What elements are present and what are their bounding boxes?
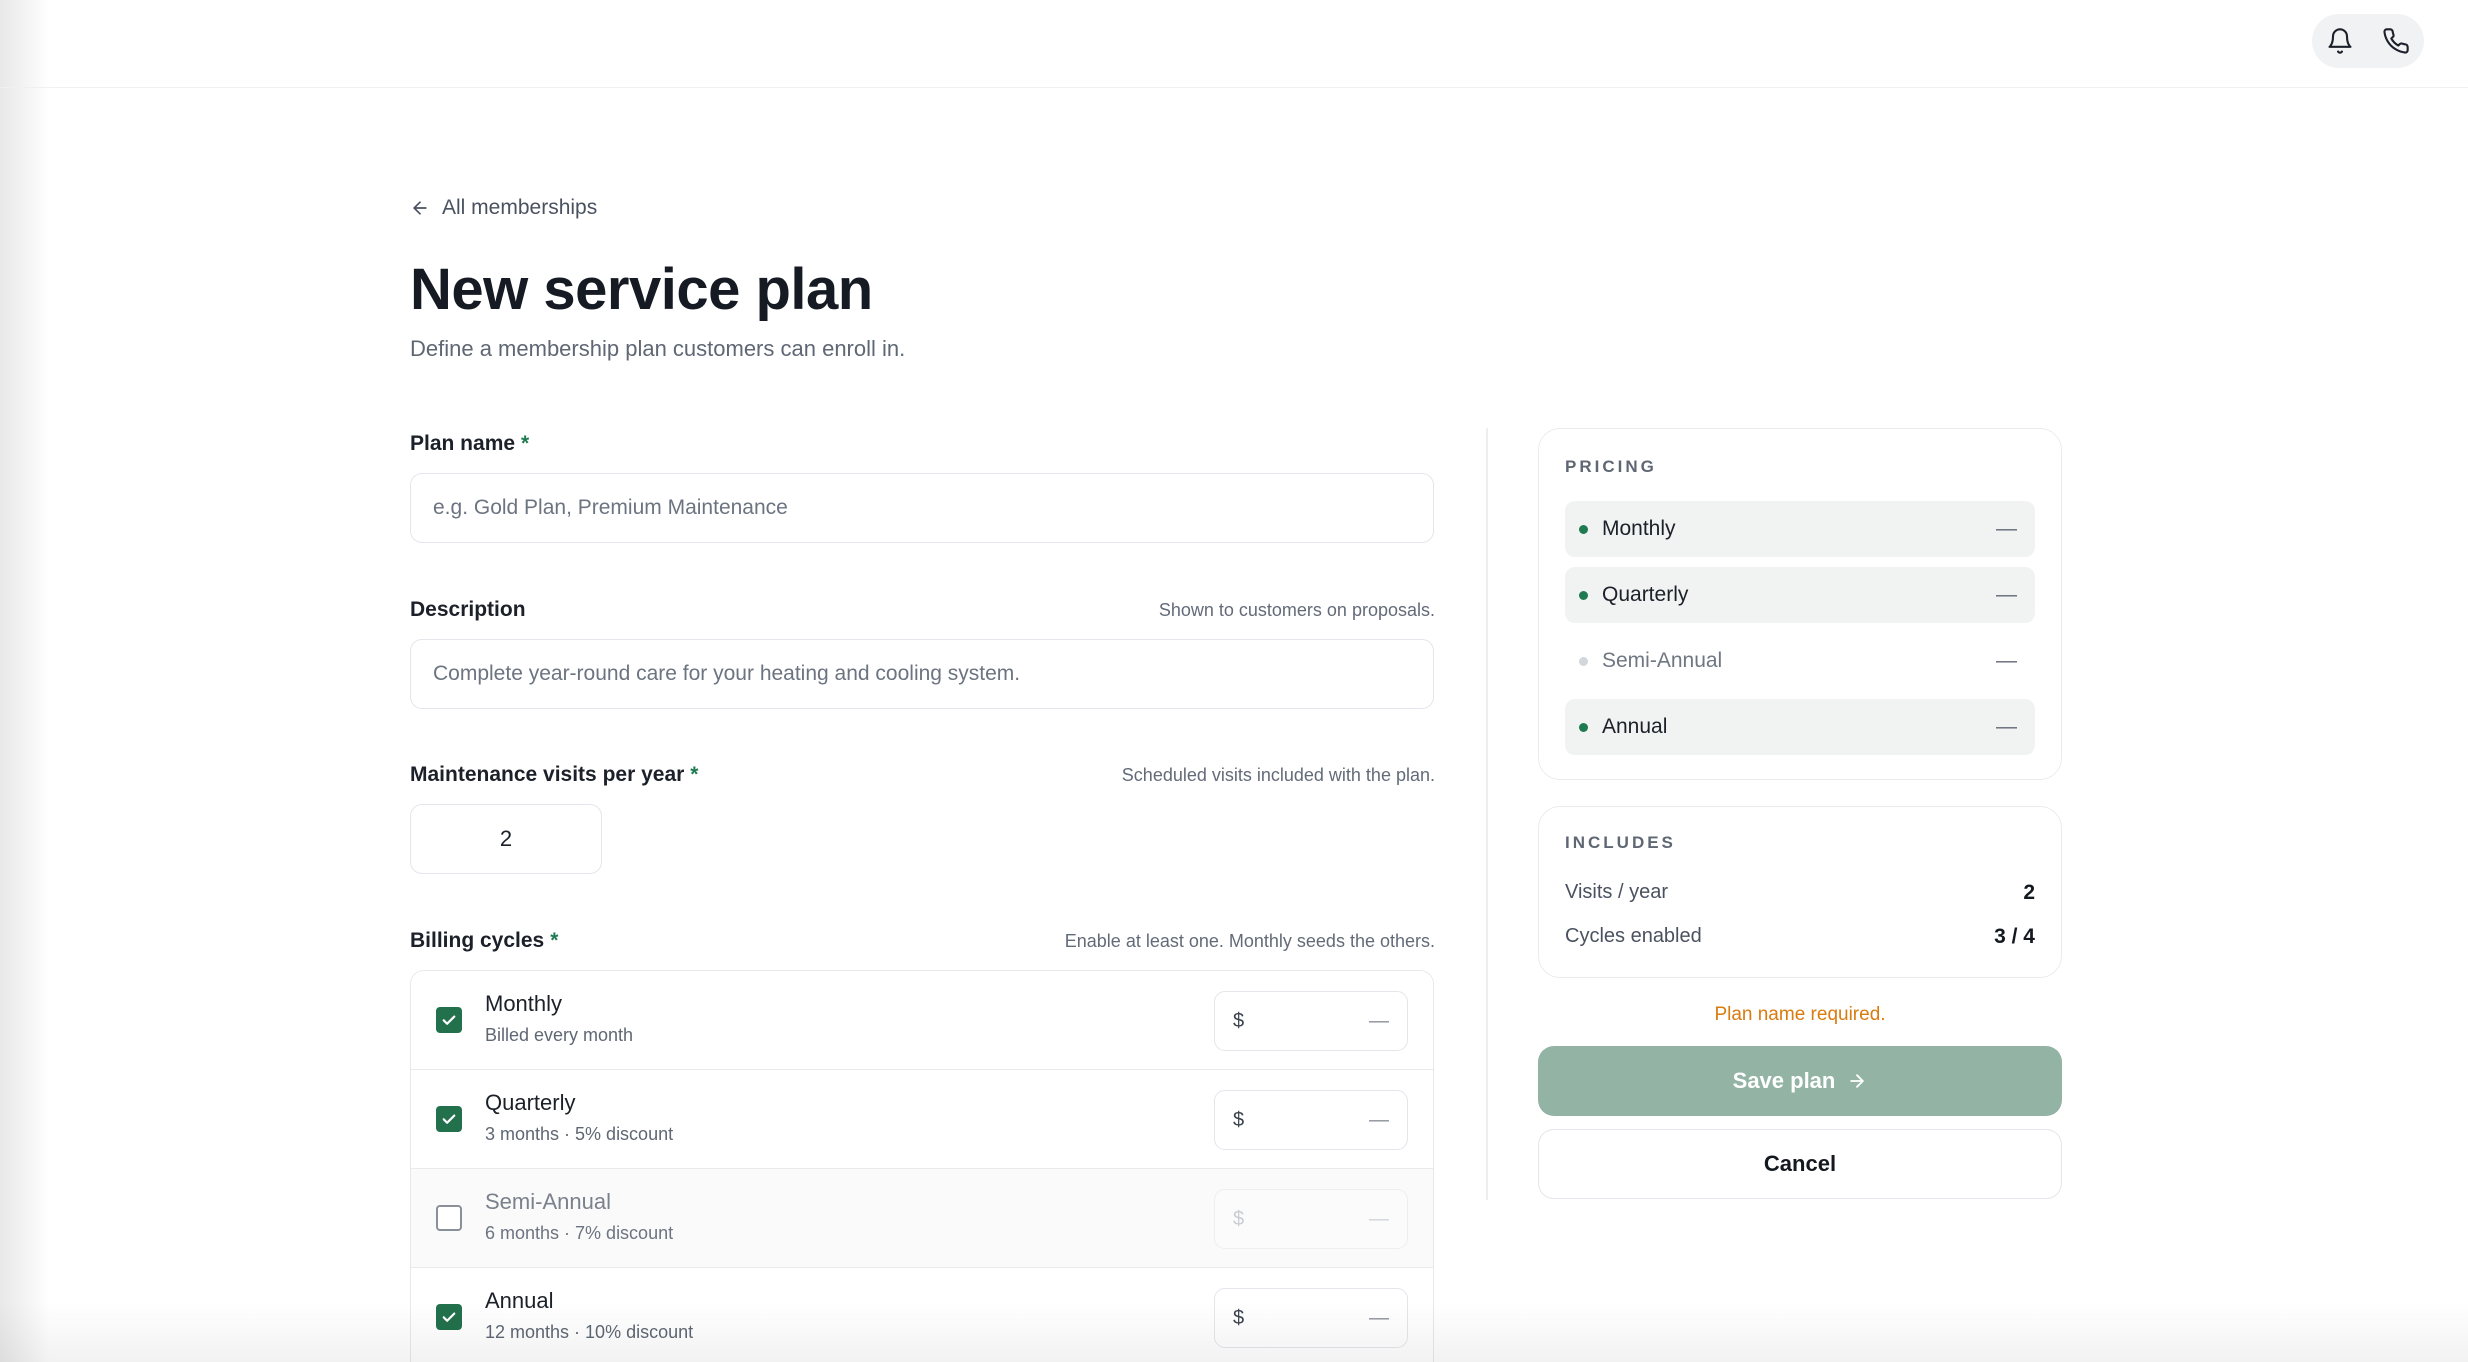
cycle-name: Monthly — [485, 991, 563, 1016]
description-input[interactable] — [410, 639, 1434, 709]
currency-symbol: $ — [1233, 1108, 1245, 1131]
save-plan-label: Save plan — [1732, 1068, 1836, 1093]
includes-heading: INCLUDES — [1565, 833, 1676, 852]
status-dot — [1579, 656, 1588, 666]
visits-per-year-input[interactable] — [410, 804, 602, 874]
cancel-button[interactable]: Cancel — [1538, 1129, 2062, 1199]
page-subtitle: Define a membership plan customers can e… — [410, 336, 906, 361]
semi-annual-price-input: $ — — [1214, 1189, 1408, 1249]
cycle-name: Quarterly — [485, 1090, 576, 1115]
bell-icon[interactable] — [2320, 21, 2360, 61]
pricing-row-monthly: Monthly — — [1565, 501, 2035, 557]
check-icon — [442, 1114, 456, 1124]
column-divider — [1486, 428, 1488, 1200]
includes-label: Cycles enabled — [1565, 925, 1702, 947]
pricing-row-quarterly: Quarterly — — [1565, 567, 2035, 623]
plan-name-label: Plan name * — [410, 432, 530, 455]
visits-label: Maintenance visits per year * — [410, 763, 699, 786]
cycle-name: Semi-Annual — [485, 1189, 611, 1214]
price-value: — — [1369, 1306, 1389, 1329]
check-icon — [442, 1312, 456, 1322]
billing-cycles-hint: Enable at least one. Monthly seeds the o… — [1064, 931, 1435, 951]
billing-cycles-label: Billing cycles * — [410, 929, 559, 952]
pricing-heading: PRICING — [1565, 457, 1657, 476]
arrow-right-icon — [1850, 1074, 1865, 1088]
monthly-price-input[interactable]: $ — — [1214, 991, 1408, 1051]
semi-annual-checkbox[interactable] — [436, 1205, 462, 1231]
billing-cycle-annual: Annual 12 months · 10% discount $ — — [411, 1268, 1433, 1362]
required-mark: * — [550, 929, 559, 952]
visits-hint: Scheduled visits included with the plan. — [1121, 765, 1435, 785]
status-dot — [1579, 590, 1588, 600]
cycle-description: 12 months · 10% discount — [485, 1322, 694, 1342]
phone-icon[interactable] — [2376, 21, 2416, 61]
billing-cycle-quarterly: Quarterly 3 months · 5% discount $ — — [411, 1070, 1433, 1169]
pricing-cycle-value: — — [1996, 517, 2017, 540]
cycle-description: Billed every month — [485, 1025, 634, 1045]
currency-symbol: $ — [1233, 1306, 1245, 1329]
cycle-description: 6 months · 7% discount — [485, 1223, 674, 1243]
pricing-cycle-value: — — [1996, 649, 2017, 672]
includes-summary-card: INCLUDES Visits / year 2 Cycles enabled … — [1538, 806, 2062, 978]
cycle-name: Annual — [485, 1288, 554, 1313]
includes-row-cycles: Cycles enabled 3 / 4 — [1565, 925, 2035, 949]
cycle-description: 3 months · 5% discount — [485, 1124, 674, 1144]
billing-cycles-list: Monthly Billed every month $ — Quarterly… — [410, 970, 1434, 1362]
top-bar — [0, 0, 2468, 88]
includes-row-visits: Visits / year 2 — [1565, 881, 2035, 905]
pricing-cycle-name: Monthly — [1602, 517, 1676, 540]
pricing-row-annual: Annual — — [1565, 699, 2035, 755]
pricing-row-semi-annual: Semi-Annual — — [1565, 633, 2035, 689]
pricing-cycle-name: Annual — [1602, 715, 1668, 738]
includes-value: 3 / 4 — [1994, 925, 2035, 948]
save-plan-button[interactable]: Save plan — [1538, 1046, 2062, 1116]
required-mark: * — [521, 432, 530, 455]
pricing-cycle-name: Quarterly — [1602, 583, 1689, 606]
validation-warning: Plan name required. — [1714, 1004, 1886, 1025]
back-link-label: All memberships — [442, 196, 598, 219]
plan-name-input[interactable] — [410, 473, 1434, 543]
includes-value: 2 — [2023, 881, 2035, 904]
billing-cycle-monthly: Monthly Billed every month $ — — [411, 971, 1433, 1070]
price-value: — — [1369, 1108, 1389, 1131]
pricing-cycle-value: — — [1996, 583, 2017, 606]
quarterly-checkbox[interactable] — [436, 1106, 462, 1132]
quarterly-price-input[interactable]: $ — — [1214, 1090, 1408, 1150]
left-edge-shadow — [0, 0, 50, 1362]
status-dot — [1579, 524, 1588, 534]
billing-cycle-semi-annual: Semi-Annual 6 months · 7% discount $ — — [411, 1169, 1433, 1268]
arrow-left-icon — [413, 201, 427, 215]
currency-symbol: $ — [1233, 1009, 1245, 1032]
header-actions — [2312, 14, 2424, 68]
monthly-checkbox[interactable] — [436, 1007, 462, 1033]
required-mark: * — [690, 763, 699, 786]
page-title: New service plan — [410, 257, 873, 322]
annual-price-input[interactable]: $ — — [1214, 1288, 1408, 1348]
back-to-memberships-link[interactable]: All memberships — [410, 196, 597, 220]
currency-symbol: $ — [1233, 1207, 1245, 1230]
annual-checkbox[interactable] — [436, 1304, 462, 1330]
pricing-summary-card: PRICING Monthly — Quarterly — Semi-Annua… — [1538, 428, 2062, 780]
description-label: Description — [410, 598, 526, 621]
pricing-cycle-name: Semi-Annual — [1602, 649, 1723, 672]
pricing-cycle-value: — — [1996, 715, 2017, 738]
description-hint: Shown to customers on proposals. — [1158, 600, 1435, 620]
includes-label: Visits / year — [1565, 881, 1668, 903]
price-value: — — [1369, 1207, 1389, 1230]
check-icon — [442, 1015, 456, 1025]
status-dot — [1579, 722, 1588, 732]
price-value: — — [1369, 1009, 1389, 1032]
